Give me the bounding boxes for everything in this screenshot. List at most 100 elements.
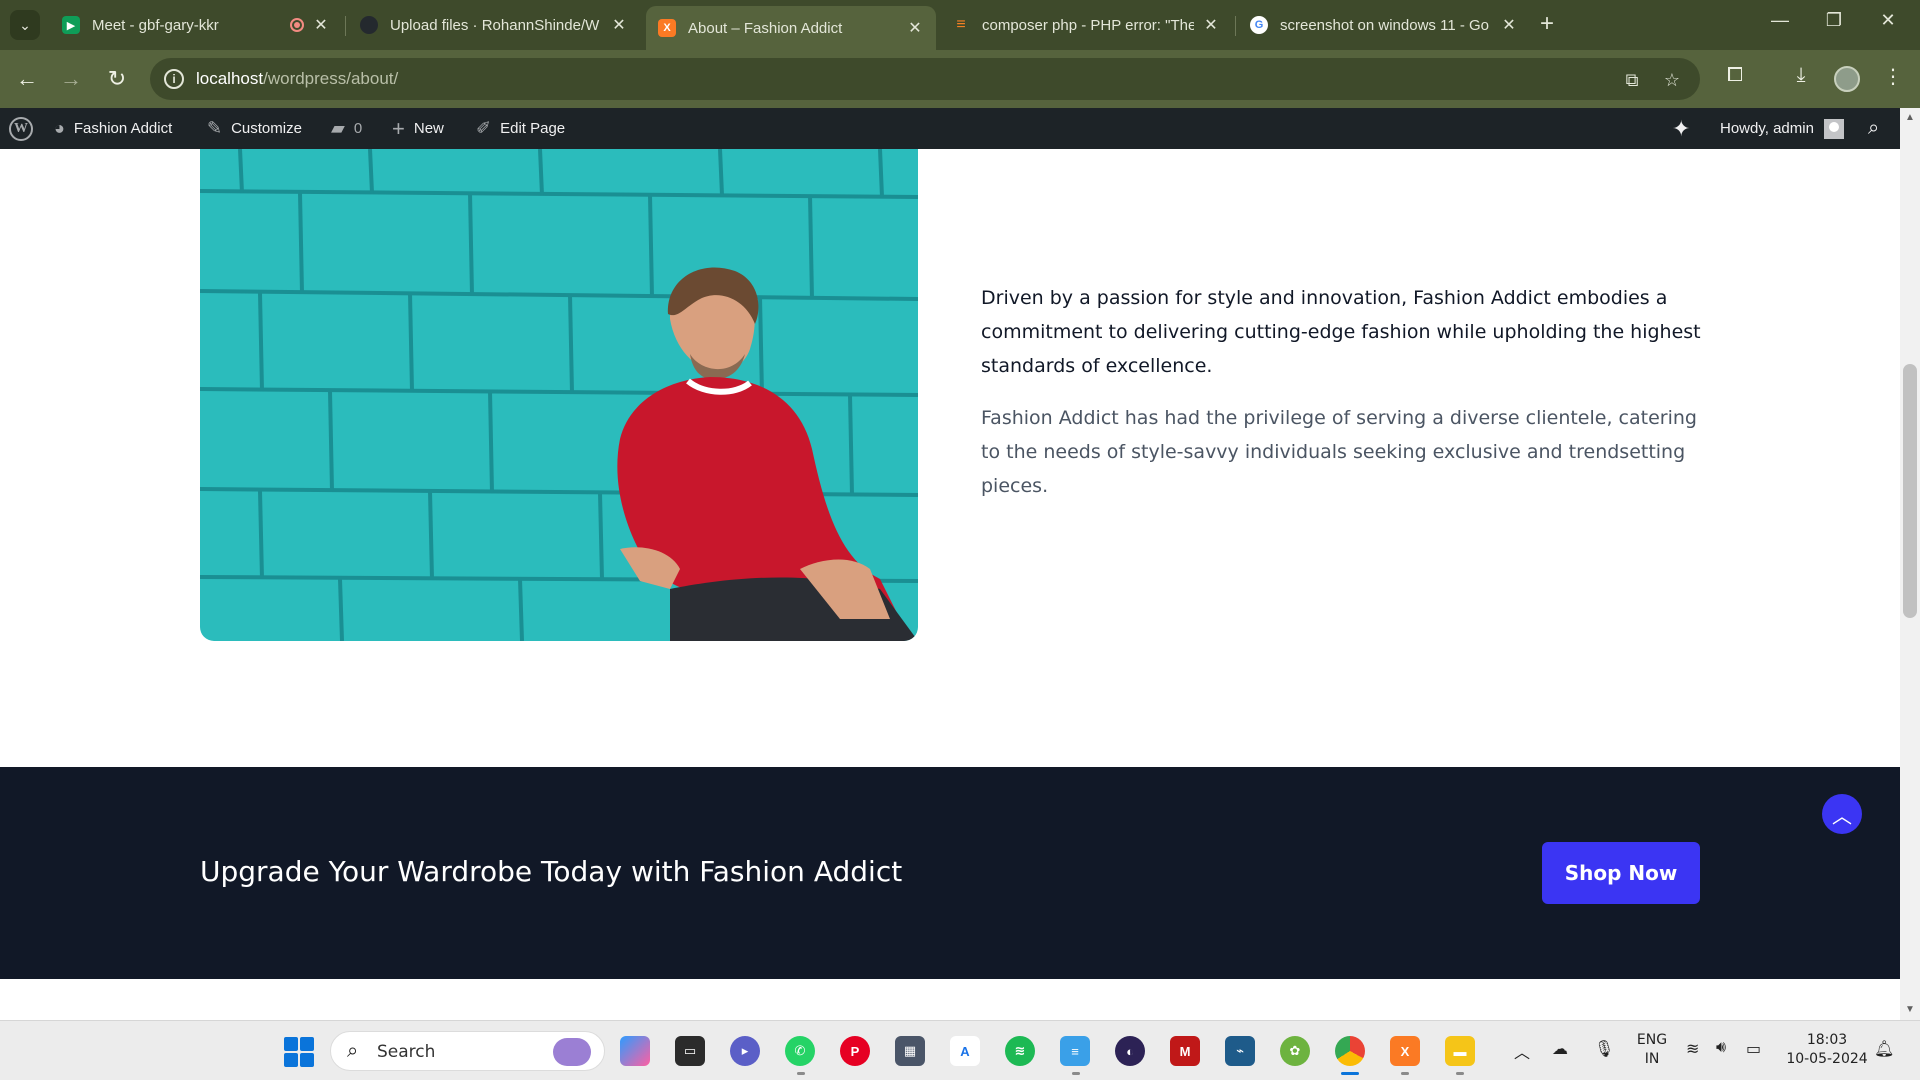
admin-bar-edit-page[interactable]: ✐ Edit Page <box>476 108 565 149</box>
text-editor-icon[interactable]: A <box>950 1036 980 1066</box>
windows-start-icon[interactable] <box>284 1037 314 1067</box>
notification-bell-icon[interactable]: 🔔︎ <box>1874 1039 1894 1059</box>
admin-bar-account[interactable]: Howdy, admin <box>1720 108 1844 149</box>
admin-bar-site-name[interactable]: ◕ Fashion Addict <box>54 108 172 149</box>
file-explorer-icon[interactable]: ▬ <box>1445 1036 1475 1066</box>
admin-bar-new[interactable]: + New <box>392 108 444 149</box>
bookmark-star-icon[interactable]: ☆ <box>1660 68 1684 92</box>
tab-divider <box>1235 16 1236 36</box>
url-text[interactable]: localhost/wordpress/about/ <box>196 69 398 89</box>
translate-icon[interactable]: ⧉ <box>1620 68 1644 92</box>
app-running-indicator <box>1401 1072 1409 1075</box>
shop-now-button[interactable]: Shop Now <box>1542 842 1700 904</box>
stackoverflow-icon: ≡ <box>956 16 966 33</box>
search-icon[interactable]: ⌕ <box>1868 108 1879 149</box>
browser-tab-strip: ⌄ ▶ Meet - gbf-gary-kkr ✕ Upload files ·… <box>0 0 1920 50</box>
mcafee-icon[interactable]: M <box>1170 1036 1200 1066</box>
close-window-icon[interactable]: ✕ <box>1868 10 1908 31</box>
search-icon: ⌕ <box>347 1040 359 1062</box>
chrome-icon[interactable] <box>1335 1036 1365 1066</box>
about-text-block: Driven by a passion for style and innova… <box>981 281 1701 503</box>
windows-taskbar: ⌕ Search ▭ ▸ ✆ P ▦ A ≋ ≡ ◐ M ⌁ ✿ X ▬ ︿ ☁… <box>0 1020 1920 1080</box>
wp-admin-bar: W ◕ Fashion Addict ✎ Customize ▰ 0 + New… <box>0 108 1920 149</box>
admin-avatar <box>1823 118 1844 139</box>
pinterest-icon[interactable]: P <box>840 1036 870 1066</box>
cta-heading: Upgrade Your Wardrobe Today with Fashion… <box>200 855 903 888</box>
pencil-icon: ✐ <box>476 118 492 138</box>
close-tab-icon[interactable]: ✕ <box>1202 15 1220 35</box>
app-running-indicator <box>1072 1072 1080 1075</box>
about-body-paragraph: Fashion Addict has had the privilege of … <box>981 407 1697 497</box>
scroll-down-arrow-icon[interactable]: ▼ <box>1900 1004 1920 1015</box>
google-icon: G <box>1250 16 1268 34</box>
scroll-to-top-button[interactable]: ︿ <box>1822 794 1862 834</box>
tab-github[interactable]: Upload files · RohannShinde/W ✕ <box>348 8 640 42</box>
whatsapp-icon[interactable]: ✆ <box>785 1036 815 1066</box>
back-icon[interactable]: ← <box>12 64 42 94</box>
reload-icon[interactable]: ↻ <box>102 64 132 94</box>
restore-icon[interactable]: ❐ <box>1814 10 1854 31</box>
close-tab-icon[interactable]: ✕ <box>312 15 330 35</box>
comment-icon: ▰ <box>331 118 345 138</box>
download-icon[interactable]: ⤓ <box>1786 64 1816 87</box>
tab-stackoverflow[interactable]: ≡ composer php - PHP error: "The ✕ <box>940 8 1232 42</box>
tab-divider <box>345 16 346 36</box>
microphone-icon[interactable]: 🎙︎ <box>1594 1039 1614 1059</box>
scrollbar-thumb[interactable] <box>1903 364 1917 618</box>
chevron-up-icon: ︿ <box>1832 805 1852 828</box>
battery-icon[interactable]: ▭ <box>1746 1039 1761 1059</box>
notepad-icon[interactable]: ≡ <box>1060 1036 1090 1066</box>
browser-toolbar: ← → ↻ i localhost/wordpress/about/ ⧉ ☆ ⧠… <box>0 50 1920 108</box>
minimize-icon[interactable]: — <box>1760 10 1800 31</box>
system-clock[interactable]: 18:03 10-05-2024 <box>1780 1031 1874 1069</box>
search-highlight-icon <box>553 1038 591 1066</box>
page-content: Driven by a passion for style and innova… <box>0 149 1900 1019</box>
dashboard-icon: ◕ <box>54 118 65 138</box>
github-icon <box>360 16 378 34</box>
close-tab-icon[interactable]: ✕ <box>906 18 924 38</box>
extensions-icon[interactable]: ⧠ <box>1720 64 1750 87</box>
google-meet-icon: ▶ <box>62 16 80 34</box>
about-hero-image <box>200 149 918 641</box>
teams-icon[interactable]: ▸ <box>730 1036 760 1066</box>
admin-bar-customize[interactable]: ✎ Customize <box>207 108 302 149</box>
close-tab-icon[interactable]: ✕ <box>1500 15 1518 35</box>
xampp-icon: X <box>658 19 676 37</box>
calculator-icon[interactable]: ▦ <box>895 1036 925 1066</box>
spotify-icon[interactable]: ≋ <box>1005 1036 1035 1066</box>
app-running-indicator <box>797 1072 805 1075</box>
plus-icon: + <box>392 115 405 141</box>
address-bar[interactable]: i localhost/wordpress/about/ ⧉ ☆ <box>150 58 1700 100</box>
new-tab-icon[interactable]: + <box>1540 12 1554 36</box>
paintbrush-icon: ✎ <box>207 118 223 138</box>
tab-about-fashion-addict[interactable]: X About – Fashion Addict ✕ <box>646 6 936 50</box>
close-tab-icon[interactable]: ✕ <box>610 15 628 35</box>
cta-banner: Upgrade Your Wardrobe Today with Fashion… <box>0 767 1900 979</box>
tab-google-search[interactable]: G screenshot on windows 11 - Go ✕ <box>1238 8 1530 42</box>
mysql-workbench-icon[interactable]: ⌁ <box>1225 1036 1255 1066</box>
show-hidden-icons-chevron-icon[interactable]: ︿ <box>1514 1039 1530 1063</box>
forward-icon[interactable]: → <box>56 64 86 94</box>
tab-search-button[interactable]: ⌄ <box>10 10 40 40</box>
volume-icon[interactable]: 🔊︎ <box>1716 1039 1726 1057</box>
input-language-indicator[interactable]: ENG IN <box>1630 1031 1674 1069</box>
app-active-indicator <box>1341 1072 1359 1075</box>
menu-icon[interactable]: ⋮ <box>1878 64 1908 89</box>
profile-avatar[interactable] <box>1834 66 1860 92</box>
xampp-icon[interactable]: X <box>1390 1036 1420 1066</box>
terminal-icon[interactable]: ▭ <box>675 1036 705 1066</box>
tab-meet[interactable]: ▶ Meet - gbf-gary-kkr ✕ <box>50 8 342 42</box>
ai-sparkle-icon[interactable]: ✦ <box>1672 108 1690 149</box>
eclipse-icon[interactable]: ◐ <box>1115 1036 1145 1066</box>
spring-icon[interactable]: ✿ <box>1280 1036 1310 1066</box>
taskbar-search[interactable]: ⌕ Search <box>330 1031 605 1071</box>
about-lead-paragraph: Driven by a passion for style and innova… <box>981 287 1701 377</box>
recording-icon <box>290 18 304 32</box>
site-info-icon[interactable]: i <box>164 69 184 89</box>
admin-bar-comments[interactable]: ▰ 0 <box>331 108 362 149</box>
scroll-up-arrow-icon[interactable]: ▲ <box>1900 112 1920 123</box>
copilot-icon[interactable] <box>620 1036 650 1066</box>
onedrive-icon[interactable]: ☁ <box>1552 1039 1568 1059</box>
wordpress-logo-icon[interactable]: W <box>9 108 33 149</box>
wifi-icon[interactable]: ≋ <box>1686 1039 1699 1059</box>
